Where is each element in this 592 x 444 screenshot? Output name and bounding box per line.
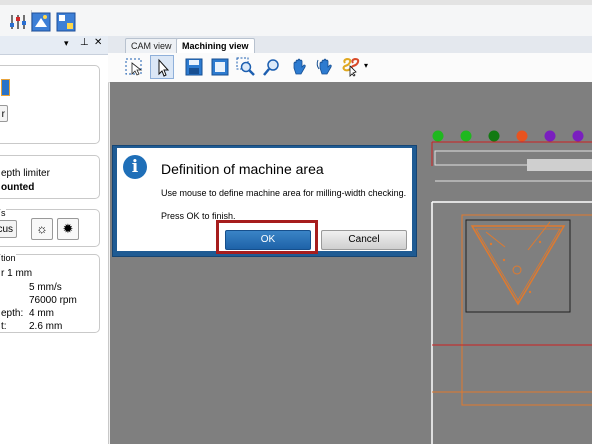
machine-drawing (431, 130, 592, 444)
indicator-dot (432, 130, 444, 142)
focus-button[interactable]: cus (0, 220, 17, 238)
rotate-hand-icon[interactable] (315, 57, 335, 77)
save-view-icon[interactable] (184, 57, 204, 77)
depth-value: 4 mm (29, 308, 54, 319)
zoom-area-icon[interactable] (236, 57, 256, 77)
snap-dropdown-icon[interactable]: ▾ (364, 61, 368, 70)
properties-panel: ▾ ⊥ ✕ r epth limiter ounted s cus ☼ ✹ ti… (0, 36, 109, 444)
pin-icon[interactable]: ⊥ (80, 37, 89, 48)
main-toolbar (0, 0, 592, 37)
indicator-dot (488, 130, 500, 142)
zoom-icon[interactable] (262, 57, 282, 77)
view-toolbar: ▾ (108, 53, 592, 83)
light-dim-icon[interactable]: ☼ (31, 218, 53, 240)
cancel-button[interactable]: Cancel (321, 230, 407, 250)
spindle-speed-value: 76000 rpm (29, 295, 77, 306)
pointer-tool-active[interactable] (150, 55, 174, 79)
toolbar-top-edge (0, 0, 592, 5)
dialog-title: Definition of machine area (161, 161, 324, 177)
focus-group: s cus ☼ ✹ (0, 208, 100, 247)
panel-header: ▾ ⊥ ✕ (0, 36, 108, 55)
snap-tool-icon[interactable] (341, 57, 361, 77)
tool-info-group: tion r 1 mm 5 mm/s 76000 rpm epth: 4 mm … (0, 253, 100, 333)
view-tab-strip: CAM view Machining view (108, 36, 592, 54)
light-bright-icon[interactable]: ✹ (57, 218, 79, 240)
tool-info-title: tion (1, 253, 16, 263)
indicator-dot (544, 130, 556, 142)
fit-view-icon[interactable] (210, 57, 230, 77)
dropdown-icon[interactable]: ▾ (64, 38, 69, 49)
machine-group: r (0, 65, 100, 144)
indicator-dot (516, 130, 528, 142)
dialog-message: Use mouse to define machine area for mil… (161, 188, 407, 198)
select-region-icon[interactable] (124, 57, 144, 77)
depth-label: epth: (1, 308, 24, 319)
focus-group-title: s (1, 208, 6, 218)
tool-diameter-label: r 1 mm (1, 268, 33, 279)
machine-status-icon (1, 79, 10, 96)
indicator-dot (460, 130, 472, 142)
machining-canvas[interactable] (110, 82, 592, 444)
ok-highlight-box (216, 220, 318, 254)
layout-tool-icon[interactable] (56, 12, 76, 32)
pointer-icon (158, 58, 170, 77)
close-icon[interactable]: ✕ (94, 37, 102, 48)
depth-limiter-label: epth limiter (1, 168, 50, 179)
tab-machining-view[interactable]: Machining view (176, 38, 255, 53)
thickness-label: t: (1, 321, 7, 332)
info-icon: i (123, 155, 147, 179)
indicator-dot (572, 130, 584, 142)
pan-hand-icon[interactable] (289, 57, 309, 77)
settings-sliders-icon[interactable] (8, 12, 28, 32)
depth-limiter-group: epth limiter ounted (0, 155, 100, 199)
feed-rate-value: 5 mm/s (29, 282, 62, 293)
machine-button[interactable]: r (0, 105, 8, 122)
image-tool-icon[interactable] (31, 12, 51, 32)
tab-cam-view[interactable]: CAM view (125, 38, 178, 53)
thickness-value: 2.6 mm (29, 321, 63, 332)
mounted-status: ounted (1, 182, 35, 193)
